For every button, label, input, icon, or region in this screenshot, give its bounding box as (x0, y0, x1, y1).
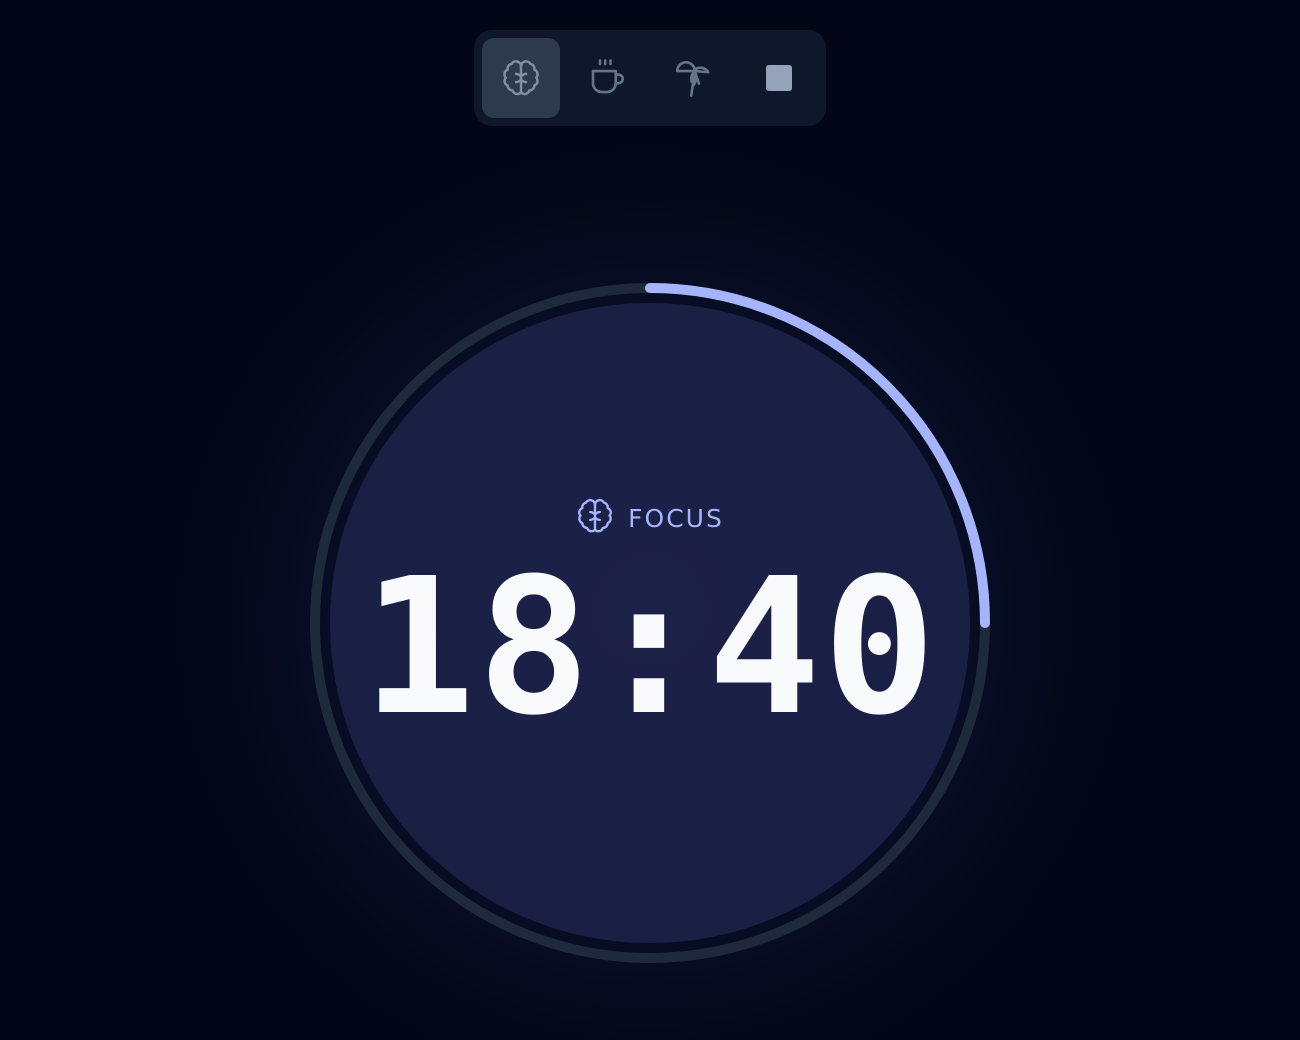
short-break-mode-button[interactable] (568, 38, 646, 118)
brain-icon (501, 58, 541, 98)
time-remaining: 18:40 (362, 538, 938, 757)
palm-tree-icon (672, 57, 714, 99)
timer-app: FOCUS 18:40 (0, 0, 1300, 1040)
brain-icon (576, 497, 614, 539)
mode-toolbar (474, 30, 826, 126)
focus-mode-button[interactable] (482, 38, 560, 118)
long-break-mode-button[interactable] (654, 38, 732, 118)
current-mode: FOCUS (0, 498, 1300, 538)
stop-button[interactable] (740, 38, 818, 118)
stop-square-icon (766, 65, 792, 91)
coffee-cup-icon (586, 57, 628, 99)
mode-label-text: FOCUS (628, 503, 724, 533)
